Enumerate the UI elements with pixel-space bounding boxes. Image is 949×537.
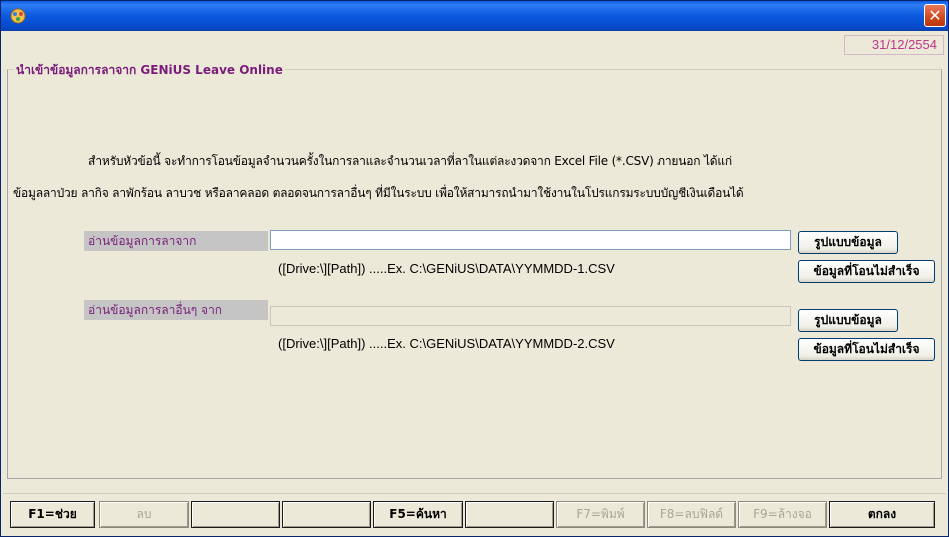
- f7-print-button[interactable]: F7=พิมพ์: [556, 501, 645, 528]
- title-bar[interactable]: ✕: [1, 1, 948, 31]
- leave-failed-transfer-button[interactable]: ข้อมูลที่โอนไม่สำเร็จ: [798, 260, 935, 283]
- main-window: ✕ 31/12/2554 นำเข้าข้อมูลการลาจาก GENiUS…: [0, 0, 949, 537]
- close-icon: ✕: [928, 6, 942, 25]
- description-line-1: สำหรับหัวข้อนี้ จะทำการโอนข้อมูลจำนวนครั…: [88, 154, 732, 168]
- app-icon: [10, 8, 26, 24]
- date-display: 31/12/2554: [844, 35, 944, 55]
- function-key-toolbar: F1=ช่วย ลบ F5=ค้นหา F7=พิมพ์ F8=ลบฟิลด์ …: [3, 493, 946, 533]
- f1-help-button[interactable]: F1=ช่วย: [10, 501, 95, 528]
- f5-search-button[interactable]: F5=ค้นหา: [373, 501, 463, 528]
- f9-clear-screen-button[interactable]: F9=ล้างจอ: [738, 501, 827, 528]
- ok-button[interactable]: ตกลง: [829, 501, 935, 528]
- import-groupbox: นำเข้าข้อมูลการลาจาก GENiUS Leave Online…: [7, 61, 942, 479]
- other-leave-read-label: อ่านข้อมูลการลาอื่นๆ จาก: [84, 300, 268, 320]
- leave-format-button[interactable]: รูปแบบข้อมูล: [798, 231, 898, 254]
- client-area: 31/12/2554 นำเข้าข้อมูลการลาจาก GENiUS L…: [3, 32, 946, 535]
- group-title: นำเข้าข้อมูลการลาจาก GENiUS Leave Online: [14, 61, 285, 80]
- other-leave-failed-transfer-button[interactable]: ข้อมูลที่โอนไม่สำเร็จ: [798, 338, 935, 361]
- other-leave-path-hint: ([Drive:\][Path]) .....Ex. C:\GENiUS\DAT…: [278, 336, 615, 351]
- leave-file-path-input[interactable]: [270, 230, 791, 250]
- delete-button[interactable]: ลบ: [99, 501, 189, 528]
- blank-button-2[interactable]: [282, 501, 371, 528]
- description-line-2: ข้อมูลลาป่วย ลากิจ ลาพักร้อน ลาบวช หรือล…: [13, 186, 744, 200]
- blank-button-3[interactable]: [465, 501, 554, 528]
- close-button[interactable]: ✕: [924, 4, 946, 27]
- leave-path-hint: ([Drive:\][Path]) .....Ex. C:\GENiUS\DAT…: [278, 261, 615, 276]
- leave-read-label: อ่านข้อมูลการลาจาก: [84, 231, 268, 251]
- f8-delete-field-button[interactable]: F8=ลบฟิลด์: [647, 501, 736, 528]
- blank-button-1[interactable]: [191, 501, 280, 528]
- other-leave-format-button[interactable]: รูปแบบข้อมูล: [798, 309, 898, 332]
- other-leave-file-path-input[interactable]: [270, 306, 791, 326]
